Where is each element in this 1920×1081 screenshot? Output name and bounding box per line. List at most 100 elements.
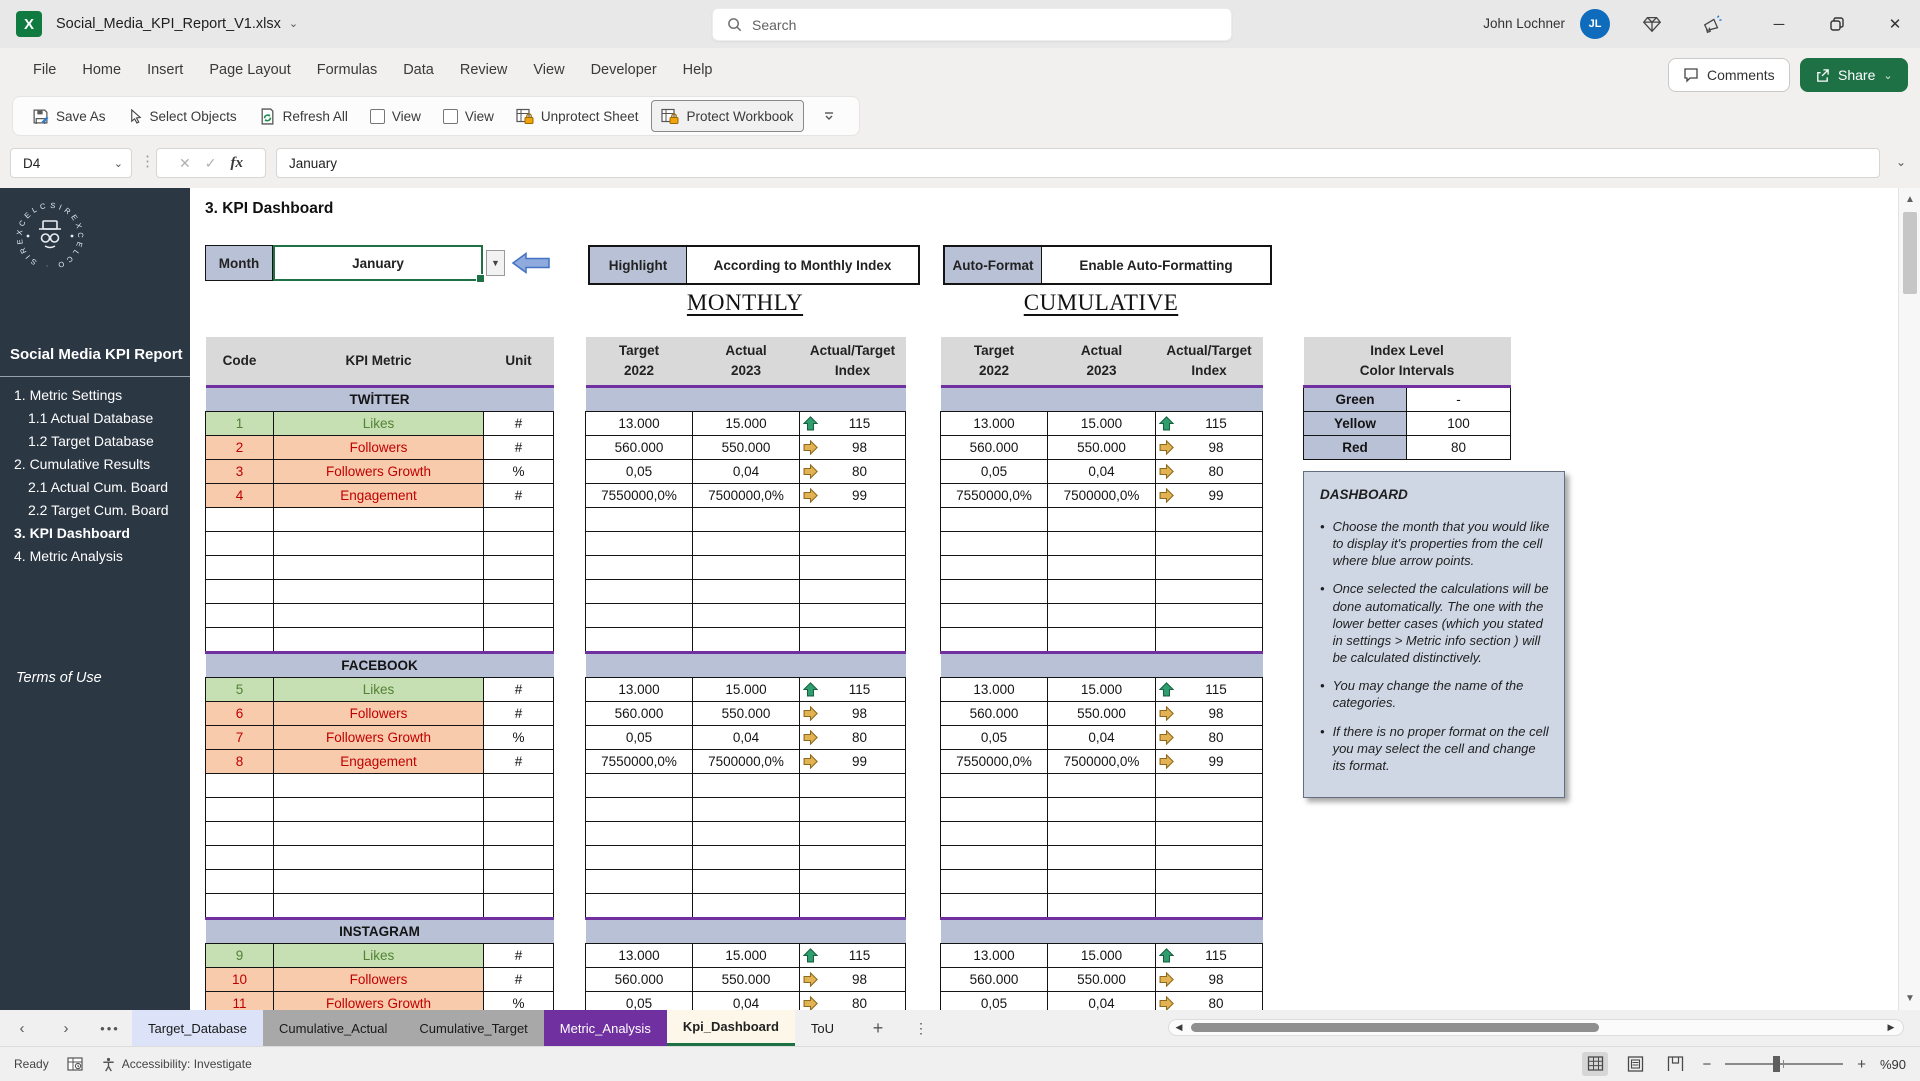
cell[interactable]: Engagement: [273, 749, 484, 774]
tab-options-icon[interactable]: ⋮: [906, 1010, 936, 1046]
cell[interactable]: 560.000: [585, 701, 693, 726]
cell[interactable]: [799, 507, 906, 532]
cell[interactable]: [1047, 821, 1156, 846]
cell[interactable]: [585, 531, 693, 556]
cell[interactable]: [940, 869, 1048, 894]
cell[interactable]: [483, 579, 554, 604]
column-header[interactable]: Unit: [483, 337, 554, 388]
cell[interactable]: [692, 603, 800, 628]
cell[interactable]: [799, 555, 906, 580]
unprotect-sheet-button[interactable]: Unprotect Sheet: [507, 101, 648, 131]
sidebar-item-1-metric-settings[interactable]: 1. Metric Settings: [0, 384, 190, 407]
cell[interactable]: 80: [1406, 435, 1511, 460]
scroll-left-icon[interactable]: ◀: [1169, 1022, 1189, 1033]
cell[interactable]: 7550000,0%: [940, 749, 1048, 774]
kpi-metric-table[interactable]: Code KPI Metric Unit TWİTTER 1 Likes # 2 Fo…: [205, 337, 554, 1010]
page-break-view-button[interactable]: [1662, 1052, 1688, 1076]
macro-record-icon[interactable]: [67, 1056, 83, 1072]
cell[interactable]: [692, 507, 800, 532]
cell[interactable]: 0,04: [692, 725, 800, 750]
cell[interactable]: 98: [799, 967, 906, 992]
cell[interactable]: [483, 627, 554, 654]
cell[interactable]: 1: [205, 411, 274, 436]
zoom-slider-thumb[interactable]: [1773, 1056, 1781, 1072]
cell[interactable]: [799, 773, 906, 798]
cell[interactable]: [1155, 531, 1263, 556]
vertical-scrollbar[interactable]: ▲ ▼: [1898, 188, 1920, 1010]
cell[interactable]: 115: [1155, 677, 1263, 702]
cell[interactable]: 560.000: [940, 701, 1048, 726]
cell[interactable]: 7: [205, 725, 274, 750]
vertical-scroll-thumb[interactable]: [1903, 212, 1917, 294]
cell[interactable]: 0,05: [585, 991, 693, 1010]
restore-button[interactable]: [1814, 0, 1860, 48]
cell[interactable]: 99: [1155, 483, 1263, 508]
cell[interactable]: [1155, 797, 1263, 822]
cell[interactable]: [1155, 821, 1263, 846]
insert-function-icon[interactable]: fx: [230, 155, 243, 172]
cell[interactable]: 560.000: [585, 435, 693, 460]
formula-bar-expand-icon[interactable]: ⌄: [1896, 155, 1906, 169]
cell[interactable]: %: [483, 725, 554, 750]
cell[interactable]: [799, 579, 906, 604]
cell[interactable]: [1155, 579, 1263, 604]
cell[interactable]: [799, 893, 906, 920]
cell[interactable]: [799, 531, 906, 556]
cell[interactable]: Followers: [273, 435, 484, 460]
cell[interactable]: 0,04: [1047, 459, 1156, 484]
save-as-button[interactable]: Save As: [23, 101, 115, 131]
cell[interactable]: 80: [1155, 991, 1263, 1010]
cell[interactable]: Followers Growth: [273, 725, 484, 750]
cell[interactable]: Followers: [273, 701, 484, 726]
cell[interactable]: #: [483, 677, 554, 702]
section-band[interactable]: TWİTTER: [205, 386, 554, 412]
sheet-tab-metric_analysis[interactable]: Metric_Analysis: [543, 1010, 667, 1046]
cell[interactable]: [273, 797, 484, 822]
cell[interactable]: Yellow: [1303, 411, 1407, 436]
cell[interactable]: 5: [205, 677, 274, 702]
sidebar-item-2-1-actual-cum-board[interactable]: 2.1 Actual Cum. Board: [0, 476, 190, 499]
cell[interactable]: [273, 555, 484, 580]
cell[interactable]: 15.000: [692, 677, 800, 702]
scroll-right-icon[interactable]: ▶: [1881, 1022, 1901, 1033]
cell[interactable]: [1047, 773, 1156, 798]
cell[interactable]: 80: [1155, 459, 1263, 484]
cell[interactable]: 550.000: [692, 701, 800, 726]
cell[interactable]: 13.000: [940, 943, 1048, 968]
cell[interactable]: #: [483, 483, 554, 508]
tab-scroll-left-icon[interactable]: ‹: [0, 1010, 44, 1046]
section-band[interactable]: [940, 918, 1263, 944]
cell[interactable]: #: [483, 701, 554, 726]
cell[interactable]: 4: [205, 483, 274, 508]
cell[interactable]: 98: [1155, 967, 1263, 992]
search-input[interactable]: Search: [712, 8, 1232, 41]
cell[interactable]: #: [483, 967, 554, 992]
month-label-cell[interactable]: Month: [205, 245, 273, 281]
column-header[interactable]: Target 2022: [940, 337, 1048, 388]
cell[interactable]: [692, 555, 800, 580]
formula-bar-handle[interactable]: ⋮: [140, 152, 155, 170]
cell[interactable]: 560.000: [940, 967, 1048, 992]
menu-help[interactable]: Help: [670, 48, 726, 92]
cell[interactable]: 100: [1406, 411, 1511, 436]
cell[interactable]: [940, 603, 1048, 628]
cell[interactable]: 13.000: [585, 943, 693, 968]
zoom-in-button[interactable]: +: [1857, 1056, 1866, 1073]
cell[interactable]: 80: [799, 991, 906, 1010]
cell[interactable]: #: [483, 943, 554, 968]
cell[interactable]: [585, 821, 693, 846]
cell[interactable]: 0,05: [585, 725, 693, 750]
cell[interactable]: 99: [1155, 749, 1263, 774]
section-band[interactable]: [585, 652, 906, 678]
cell[interactable]: [483, 773, 554, 798]
accessibility-status[interactable]: Accessibility: Investigate: [101, 1057, 252, 1072]
cell[interactable]: 15.000: [692, 943, 800, 968]
cell[interactable]: 98: [1155, 701, 1263, 726]
cell[interactable]: [1155, 893, 1263, 920]
cell[interactable]: [1047, 579, 1156, 604]
protect-workbook-button[interactable]: Protect Workbook: [651, 100, 804, 132]
highlight-value-cell[interactable]: According to Monthly Index: [687, 247, 918, 283]
index-level-table[interactable]: Index Level Color Intervals Green - Yellow…: [1303, 337, 1511, 460]
cell[interactable]: [483, 893, 554, 920]
cell[interactable]: [205, 845, 274, 870]
